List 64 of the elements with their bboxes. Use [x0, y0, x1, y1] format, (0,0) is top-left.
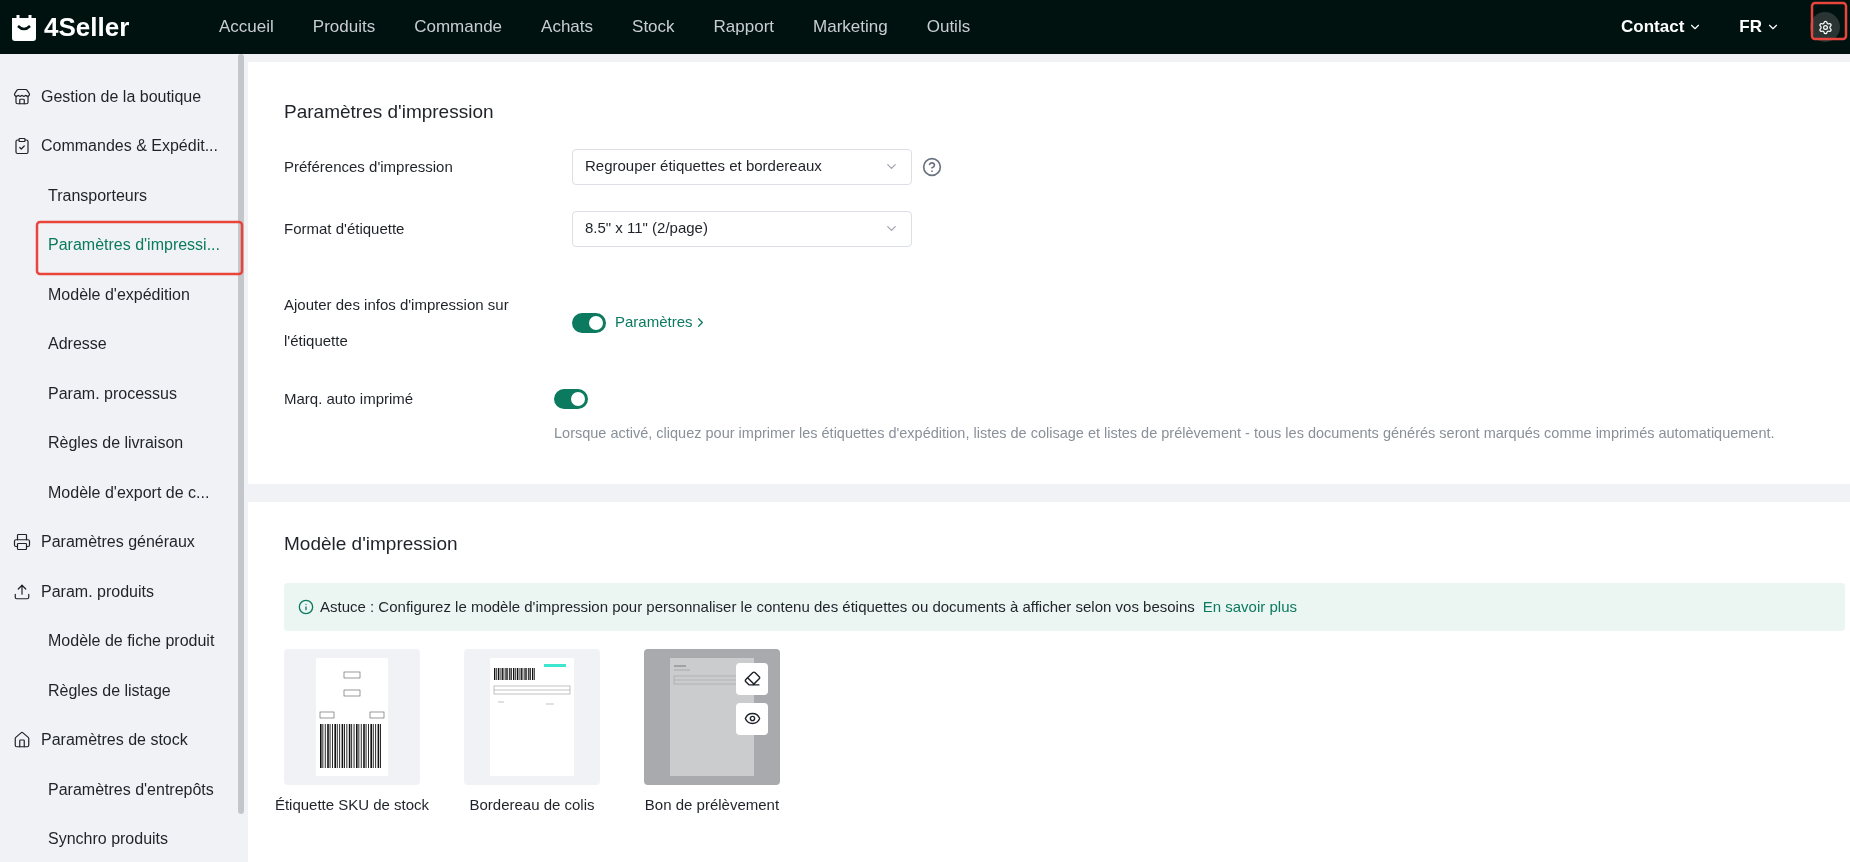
sidebar-item[interactable]: Adresse [0, 319, 248, 369]
sidebar-section[interactable]: Commandes & Expédit... [0, 121, 248, 171]
nav-link[interactable]: Marketing [813, 14, 888, 40]
contact-menu[interactable]: Contact [1621, 14, 1703, 40]
toggle-switch[interactable] [554, 388, 588, 409]
select-field[interactable]: 8.5" x 11" (2/page) [572, 210, 912, 247]
shopping-bag-logo-icon [10, 12, 38, 42]
sidebar-item[interactable]: Synchro produits [0, 814, 248, 862]
upload-icon [13, 582, 31, 601]
section-label: Commandes & Expédit... [41, 136, 218, 157]
sidebar-section[interactable]: Param. produits [0, 567, 248, 617]
sidebar-section[interactable]: Gestion de la boutique [0, 72, 248, 122]
language-menu[interactable]: FR [1739, 14, 1780, 40]
sidebar-item[interactable]: Transporteurs [0, 171, 248, 221]
edit-button[interactable] [736, 662, 768, 695]
preview-button[interactable] [736, 702, 768, 735]
nav-link[interactable]: Stock [632, 14, 675, 40]
highlight-frame [1810, 1, 1848, 41]
sidebar-item[interactable]: Règles de livraison [0, 418, 248, 468]
field-label: Ajouter des infos d'impression sur l'étiquette [284, 294, 510, 351]
field-label: Préférences d'impression [284, 156, 454, 177]
clipboard-icon [13, 137, 31, 156]
store-icon [13, 87, 31, 106]
section-title: Paramètres d'impression [284, 100, 495, 124]
section-title: Modèle d'impression [284, 532, 459, 557]
section-label: Paramètres généraux [41, 532, 195, 553]
nav-link[interactable]: Outils [926, 14, 971, 40]
info-icon [298, 598, 314, 615]
house-icon [13, 731, 31, 750]
help-icon[interactable] [922, 156, 942, 177]
template-name: Étiquette SKU de stock [273, 794, 431, 814]
sidebar-item[interactable]: Param. processus [0, 369, 248, 419]
settings-icon [1817, 19, 1833, 35]
nav-link[interactable]: Achats [541, 14, 594, 40]
sidebar-item[interactable]: Paramètres d'entrepôts [0, 765, 248, 815]
sidebar-item[interactable]: Modèle d'expédition [0, 270, 248, 320]
sidebar-item[interactable]: Paramètres d'impressi... [0, 220, 248, 270]
scrollbar-thumb[interactable] [238, 54, 244, 814]
eraser-icon [743, 670, 761, 688]
brand-name: 4Seller [44, 10, 130, 44]
sidebar-section[interactable]: Paramètres généraux [0, 517, 248, 567]
tip-text: Astuce : Configurez le modèle d'impression pour personnaliser le contenu des étiquettes ou documents à afficher selon vos besoins [320, 596, 1195, 617]
nav-link[interactable]: Produits [312, 14, 376, 40]
sidebar-section[interactable]: Paramètres de stock [0, 715, 248, 765]
section-label: Param. produits [41, 581, 154, 602]
nav-link[interactable]: Commande [414, 14, 503, 40]
template-card[interactable] [284, 648, 420, 785]
toggle-switch[interactable] [572, 312, 606, 333]
printer-icon [13, 533, 31, 552]
section-label: Gestion de la boutique [41, 86, 202, 107]
sidebar-item[interactable]: Modèle de fiche produit [0, 616, 248, 666]
template-name: Bon de prélèvement [643, 794, 781, 814]
learn-more-link[interactable]: En savoir plus [1202, 595, 1297, 618]
nav-link[interactable]: Rapport [713, 14, 775, 40]
field-label: Format d'étiquette [284, 218, 406, 239]
section-label: Paramètres de stock [41, 730, 188, 751]
settings-link[interactable]: Paramètres [615, 311, 708, 334]
field-label: Marq. auto imprimé [284, 388, 415, 409]
template-name: Bordereau de colis [468, 794, 596, 814]
sidebar-item[interactable]: Modèle d'export de c... [0, 468, 248, 518]
nav-link[interactable]: Accueil [219, 14, 274, 40]
sidebar-item[interactable]: Règles de listage [0, 666, 248, 716]
select-field[interactable]: Regrouper étiquettes et bordereaux [572, 148, 912, 185]
field-description: Lorsque activé, cliquez pour imprimer les étiquettes d'expédition, listes de colisage et listes de prélèvement - tous les documents générés seront marqués comme imprimés automatiquement. [554, 423, 1776, 443]
